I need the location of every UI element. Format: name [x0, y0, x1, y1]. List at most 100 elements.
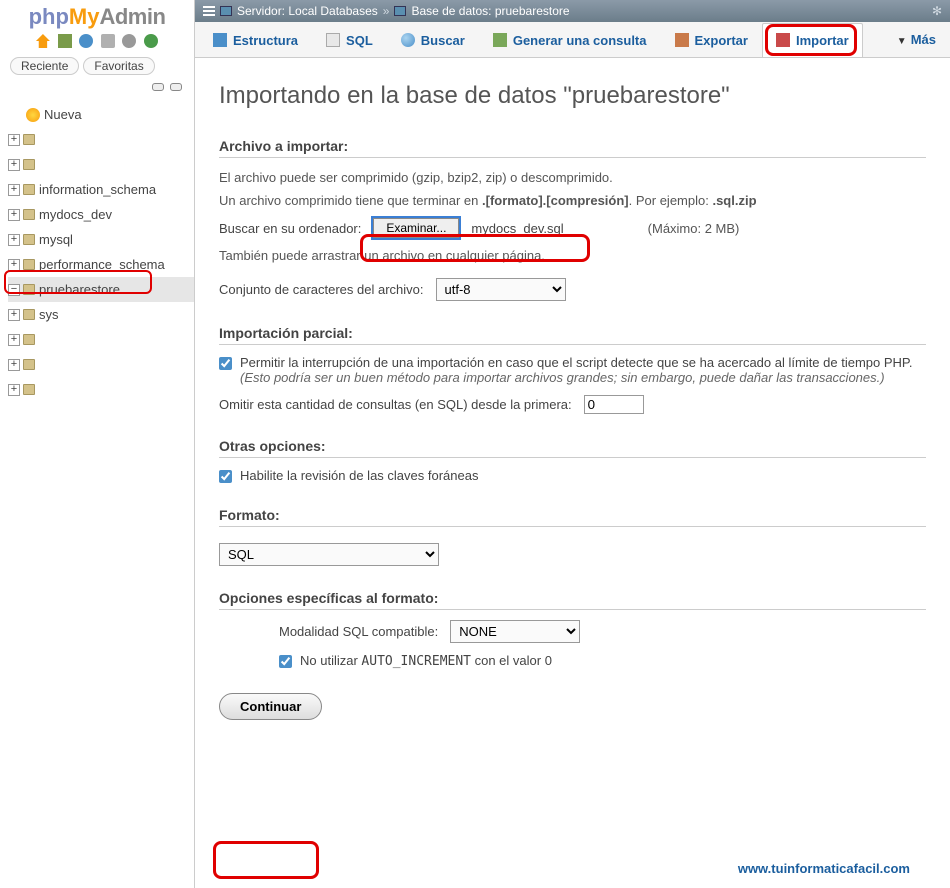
db-icon	[23, 309, 35, 320]
tab-label: Generar una consulta	[513, 33, 647, 48]
server-icon	[220, 6, 232, 16]
page-settings-icon[interactable]: ✻	[932, 4, 942, 18]
tree-db-pruebarestore[interactable]: −pruebarestore	[8, 277, 194, 302]
section-import-file: Archivo a importar: El archivo puede ser…	[219, 138, 926, 301]
selected-filename: mydocs_dev.sql	[471, 221, 563, 236]
tree-db-sys[interactable]: +sys	[8, 302, 194, 327]
tab-recent[interactable]: Reciente	[10, 57, 79, 75]
db-icon	[23, 284, 35, 295]
tab-strip: Estructura SQL Buscar Generar una consul…	[195, 22, 950, 58]
continue-button[interactable]: Continuar	[219, 693, 322, 720]
allow-interrupt-label: Permitir la interrupción de una importac…	[240, 355, 926, 385]
tab-search[interactable]: Buscar	[387, 23, 479, 57]
tree-empty-5[interactable]: +	[8, 377, 194, 402]
expander-icon[interactable]: −	[8, 284, 20, 296]
link-icon[interactable]	[170, 83, 182, 91]
expander-icon[interactable]: +	[8, 384, 20, 396]
noauto-checkbox[interactable]	[279, 655, 292, 668]
tree-db-information-schema[interactable]: + information_schema	[8, 177, 194, 202]
db-icon	[23, 384, 35, 395]
section-other: Otras opciones: Habilite la revisión de …	[219, 438, 926, 483]
tree-db-mysql[interactable]: + mysql	[8, 227, 194, 252]
breadcrumb-db[interactable]: Base de datos: pruebarestore	[411, 4, 569, 18]
tree-empty-1[interactable]: +	[8, 127, 194, 152]
collapse-icon[interactable]	[152, 83, 164, 91]
tree-db-performance-schema[interactable]: + performance_schema	[8, 252, 194, 277]
logout-icon[interactable]	[58, 34, 72, 48]
skip-label: Omitir esta cantidad de consultas (en SQ…	[219, 397, 572, 412]
db-icon	[23, 259, 35, 270]
db-icon	[23, 234, 35, 245]
expander-icon[interactable]: +	[8, 134, 20, 146]
logo-admin: Admin	[99, 4, 165, 29]
tab-import[interactable]: Importar	[762, 23, 863, 57]
db-label: information_schema	[39, 182, 156, 197]
expander-icon[interactable]: +	[8, 209, 20, 221]
allow-interrupt-checkbox[interactable]	[219, 357, 232, 370]
fk-checkbox[interactable]	[219, 470, 232, 483]
export-icon	[675, 33, 689, 47]
tab-query[interactable]: Generar una consulta	[479, 23, 661, 57]
sidebar: phpMyAdmin Reciente Favoritas Nueva + + …	[0, 0, 195, 888]
tab-sql[interactable]: SQL	[312, 23, 387, 57]
expander-icon[interactable]: +	[8, 159, 20, 171]
breadcrumb-server[interactable]: Servidor: Local Databases	[237, 4, 378, 18]
expander-icon[interactable]: +	[8, 359, 20, 371]
structure-icon	[213, 33, 227, 47]
tab-favorites[interactable]: Favoritas	[83, 57, 154, 75]
settings-icon[interactable]	[122, 34, 136, 48]
expander-icon[interactable]: +	[8, 234, 20, 246]
legend-format: Formato:	[219, 507, 926, 527]
tab-export[interactable]: Exportar	[661, 23, 762, 57]
db-label: mysql	[39, 232, 73, 247]
fk-row: Habilite la revisión de las claves forán…	[219, 468, 926, 483]
tab-label: Importar	[796, 33, 849, 48]
noauto-label: No utilizar AUTO_INCREMENT con el valor …	[300, 653, 552, 669]
tree-empty-4[interactable]: +	[8, 352, 194, 377]
tree-empty-3[interactable]: +	[8, 327, 194, 352]
tree-empty-2[interactable]: +	[8, 152, 194, 177]
expander-icon[interactable]: +	[8, 259, 20, 271]
tree-db-mydocs-dev[interactable]: + mydocs_dev	[8, 202, 194, 227]
sql-icon[interactable]	[101, 34, 115, 48]
footer-link[interactable]: www.tuinformaticafacil.com	[738, 861, 910, 876]
refresh-icon[interactable]	[144, 34, 158, 48]
tab-label: Estructura	[233, 33, 298, 48]
help-icon[interactable]	[79, 34, 93, 48]
skip-row: Omitir esta cantidad de consultas (en SQ…	[219, 395, 926, 414]
expander-icon[interactable]: +	[8, 184, 20, 196]
tree-new[interactable]: Nueva	[8, 102, 194, 127]
logo-my: My	[69, 4, 100, 29]
hamburger-icon[interactable]	[203, 6, 215, 16]
logo[interactable]: phpMyAdmin	[0, 0, 194, 32]
format-select[interactable]: SQL	[219, 543, 439, 566]
db-label: mydocs_dev	[39, 207, 112, 222]
legend-other: Otras opciones:	[219, 438, 926, 458]
section-format-opts: Opciones específicas al formato: Modalid…	[219, 590, 926, 669]
collapse-controls	[0, 77, 194, 98]
expander-icon[interactable]: +	[8, 309, 20, 321]
charset-select[interactable]: utf-8	[436, 278, 566, 301]
db-icon	[23, 209, 35, 220]
tab-more[interactable]: ▼Más	[883, 32, 950, 47]
max-size: (Máximo: 2 MB)	[648, 221, 740, 236]
browse-row: Buscar en su ordenador: Examinar... mydo…	[219, 218, 926, 238]
compat-select[interactable]: NONE	[450, 620, 580, 643]
noauto-row: No utilizar AUTO_INCREMENT con el valor …	[279, 653, 926, 669]
db-label: performance_schema	[39, 257, 165, 272]
breadcrumb-bar: Servidor: Local Databases » Base de dato…	[195, 0, 950, 22]
db-icon	[23, 159, 35, 170]
home-icon[interactable]	[36, 34, 50, 48]
drag-hint: También puede arrastrar un archivo en cu…	[219, 246, 926, 266]
tab-structure[interactable]: Estructura	[199, 23, 312, 57]
browse-button[interactable]: Examinar...	[373, 218, 459, 238]
expander-icon[interactable]: +	[8, 334, 20, 346]
charset-row: Conjunto de caracteres del archivo: utf-…	[219, 278, 926, 301]
import-icon	[776, 33, 790, 47]
breadcrumb-sep: »	[383, 4, 390, 18]
db-icon	[394, 6, 406, 16]
logo-php: php	[29, 4, 69, 29]
skip-input[interactable]	[584, 395, 644, 414]
content: Importando en la base de datos "pruebare…	[195, 58, 950, 888]
fk-label: Habilite la revisión de las claves forán…	[240, 468, 478, 483]
